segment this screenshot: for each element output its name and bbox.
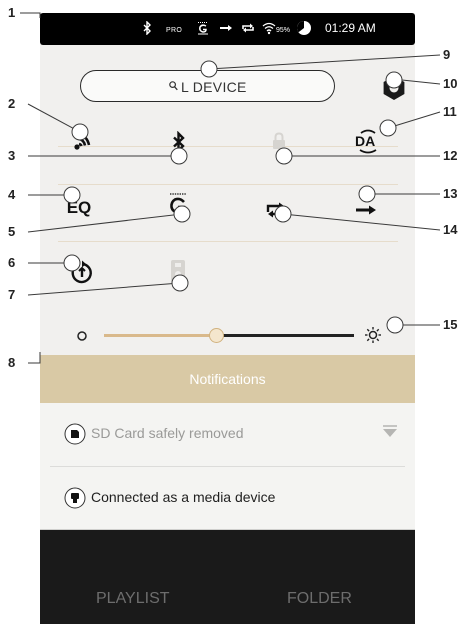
- callout-4: 4: [8, 187, 16, 202]
- callout-11: 11: [443, 104, 457, 119]
- bottom-navigation: PLAYLIST FOLDER: [40, 530, 415, 624]
- callout-15: 15: [443, 317, 458, 332]
- settings-button[interactable]: [379, 73, 409, 103]
- dac-label: DA: [355, 133, 375, 149]
- notification-text: Connected as a media device: [91, 489, 276, 505]
- folder-tab[interactable]: FOLDER: [287, 590, 352, 608]
- battery-percentage: 95%: [276, 27, 291, 34]
- wifi-icon: [74, 132, 91, 150]
- row-divider: [58, 184, 398, 185]
- callout-5: 5: [8, 224, 16, 239]
- bluetooth-status-icon: [143, 20, 152, 38]
- repeat-icon: [266, 202, 286, 218]
- notification-text: SD Card safely removed: [91, 425, 244, 441]
- wifi-toggle[interactable]: [59, 123, 103, 163]
- notification-list: SD Card safely removed Connected as a me…: [40, 403, 415, 530]
- volume-fill: [104, 334, 217, 337]
- callout-1: 1: [8, 5, 16, 20]
- usb-icon: [64, 487, 86, 509]
- search-icon: [169, 81, 178, 93]
- pro-status-icon: PRO: [166, 27, 183, 34]
- sd-card-icon: [64, 423, 86, 445]
- quick-settings-panel: L DEVICE DA EQ: [40, 45, 415, 355]
- notification-header: Notifications: [40, 355, 415, 403]
- callout-6: 6: [8, 255, 16, 270]
- notification-title: Notifications: [189, 371, 266, 387]
- dac-toggle[interactable]: DA: [346, 122, 390, 162]
- wifi-status-icon: [262, 21, 276, 38]
- gapless-icon: [170, 193, 186, 214]
- callout-13: 13: [443, 186, 458, 201]
- play-mode-status-icon: [219, 21, 233, 38]
- callout-7: 7: [8, 287, 16, 302]
- gapless-toggle[interactable]: [156, 185, 200, 225]
- eq-toggle[interactable]: EQ: [57, 188, 101, 228]
- bluetooth-toggle[interactable]: [157, 122, 201, 162]
- repeat-toggle[interactable]: [254, 190, 298, 230]
- lock-icon: [273, 132, 285, 149]
- volume-slider[interactable]: [104, 334, 354, 337]
- play-order-icon: [356, 205, 376, 215]
- gear-icon: [383, 76, 405, 100]
- row-divider: [58, 241, 398, 242]
- clock-time: 01:29 AM: [325, 21, 376, 35]
- usb-storage-icon: [171, 260, 185, 282]
- volume-max-icon: [364, 326, 382, 344]
- callout-8: 8: [8, 355, 16, 370]
- volume-min-icon: [76, 329, 88, 341]
- usb-storage-toggle[interactable]: [156, 251, 200, 291]
- callout-12: 12: [443, 148, 458, 163]
- play-order-toggle[interactable]: [345, 190, 389, 230]
- bluetooth-icon: [173, 131, 185, 153]
- update-icon: [71, 260, 92, 284]
- battery-icon: [296, 20, 312, 39]
- device-screen: PRO 95% 01:29 AM L DEVICE DA EQ Notifica…: [40, 13, 415, 624]
- lock-toggle[interactable]: [257, 121, 301, 161]
- dac-icon: DA: [355, 129, 377, 154]
- callout-14: 14: [443, 222, 458, 237]
- gapless-status-icon: [197, 21, 209, 38]
- status-bar: PRO 95% 01:29 AM: [40, 13, 415, 45]
- callout-9: 9: [443, 47, 451, 62]
- playlist-tab[interactable]: PLAYLIST: [96, 590, 170, 608]
- callout-10: 10: [443, 76, 458, 91]
- eq-label: EQ: [66, 198, 92, 217]
- callout-2: 2: [8, 96, 16, 111]
- search-text: L DEVICE: [181, 79, 247, 95]
- search-box[interactable]: L DEVICE: [80, 70, 335, 102]
- update-toggle[interactable]: [60, 253, 104, 293]
- volume-thumb[interactable]: [208, 328, 224, 343]
- repeat-status-icon: [241, 21, 255, 38]
- notification-item[interactable]: Connected as a media device: [40, 467, 415, 529]
- notification-item[interactable]: SD Card safely removed: [40, 403, 415, 465]
- expand-arrow-icon[interactable]: [382, 425, 398, 439]
- callout-3: 3: [8, 148, 16, 163]
